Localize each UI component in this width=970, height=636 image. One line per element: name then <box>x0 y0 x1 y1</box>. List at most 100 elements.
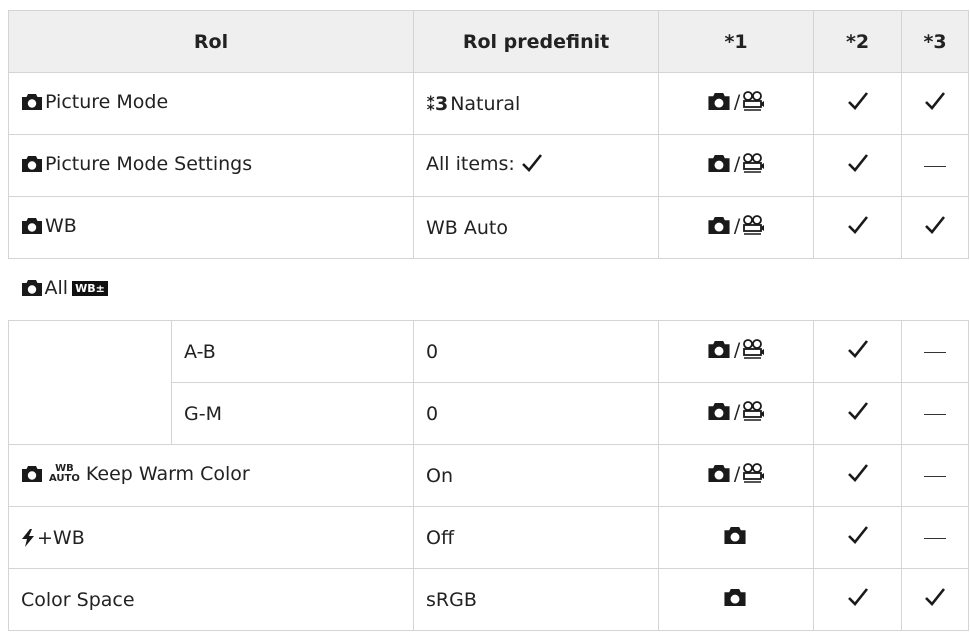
slash-separator: / <box>733 91 741 113</box>
check-icon <box>924 91 946 116</box>
check-icon <box>847 215 869 240</box>
cell-c1: / <box>658 134 815 197</box>
header-col-1: *1 <box>658 10 815 73</box>
cell-default: ⁑3 Natural <box>413 72 660 135</box>
dash-icon <box>924 475 947 477</box>
flash-wb-label: +WB <box>37 526 85 549</box>
table-row-flash-wb: +WB Off <box>7 506 970 569</box>
cell-label: A-B <box>170 320 415 383</box>
check-icon <box>847 91 869 116</box>
cell-c2 <box>813 320 903 383</box>
cell-label: Picture Mode <box>7 72 415 135</box>
slash-separator: / <box>733 153 741 175</box>
default-value: Natural <box>450 92 521 115</box>
camera-icon <box>723 588 747 612</box>
camera-icon <box>21 93 43 116</box>
cell-default: Off <box>413 506 660 569</box>
cell-label: Color Space <box>7 568 415 631</box>
movie-icon <box>741 215 765 240</box>
camera-icon <box>21 217 43 240</box>
cell-c2 <box>813 568 903 631</box>
cell-c3 <box>901 196 970 259</box>
check-icon <box>924 587 946 612</box>
cell-c3 <box>901 72 970 135</box>
camera-icon <box>21 279 43 302</box>
wb-label: WB <box>45 215 77 237</box>
header-row: Rol Rol predefinit *1 *2 *3 <box>7 10 970 73</box>
slash-separator: / <box>733 401 741 423</box>
check-icon <box>521 153 543 178</box>
check-icon <box>847 463 869 488</box>
header-col-2: *2 <box>813 10 903 73</box>
cell-default: sRGB <box>413 568 660 631</box>
cell-label: WB AUTO Keep Warm Color <box>7 444 415 507</box>
cell-c1: / <box>658 320 815 383</box>
movie-icon <box>741 401 765 426</box>
cell-c2 <box>813 506 903 569</box>
slash-separator: / <box>733 463 741 485</box>
slash-separator: / <box>733 215 741 237</box>
table-row-all-wb: All WB± <box>8 258 969 321</box>
check-icon <box>847 339 869 364</box>
table-row-keep-warm-color: WB AUTO Keep Warm Color On / <box>7 444 970 507</box>
check-icon <box>847 401 869 426</box>
cell-label: +WB <box>7 506 415 569</box>
wb-compensation-icon: WB± <box>72 281 108 296</box>
cell-c2 <box>813 196 903 259</box>
wb-auto-bottom: AUTO <box>49 473 80 484</box>
movie-icon <box>741 91 765 116</box>
all-wb-label: All <box>44 277 69 299</box>
cell-c3 <box>901 444 970 507</box>
cell-c2 <box>813 382 903 445</box>
camera-icon <box>707 154 731 178</box>
camera-icon <box>707 464 731 488</box>
camera-icon <box>723 526 747 550</box>
cell-c2 <box>813 444 903 507</box>
flash-icon <box>21 527 35 549</box>
cell-default: On <box>413 444 660 507</box>
picture-mode-natural-icon: ⁑3 <box>426 92 448 115</box>
settings-table: Rol Rol predefinit *1 *2 *3 Picture Mode… <box>7 10 970 631</box>
header-col-3: *3 <box>901 10 970 73</box>
keep-warm-color-label: Keep Warm Color <box>85 463 250 485</box>
check-icon <box>847 153 869 178</box>
cell-empty <box>8 320 172 445</box>
dash-icon <box>924 537 947 539</box>
table-row-ab: A-B 0 / <box>8 320 970 445</box>
cell-label: Picture Mode Settings <box>7 134 415 197</box>
table-row-picture-mode-settings: Picture Mode Settings All items: / <box>7 134 970 197</box>
header-rol: Rol <box>7 10 415 73</box>
cell-c3 <box>901 320 970 383</box>
wb-auto-icon: WB AUTO <box>49 464 80 484</box>
cell-default: WB Auto <box>413 196 660 259</box>
cell-label: All WB± <box>8 258 969 321</box>
cell-c3 <box>901 382 970 445</box>
cell-label: G-M <box>170 382 415 445</box>
dash-icon <box>924 165 947 167</box>
cell-c1 <box>658 568 815 631</box>
picture-mode-number: 3 <box>434 92 448 115</box>
cell-c1 <box>658 506 815 569</box>
cell-default: 0 <box>413 382 660 445</box>
cell-label: WB <box>7 196 415 259</box>
table-row-color-space: Color Space sRGB <box>7 568 970 631</box>
camera-icon <box>707 216 731 240</box>
camera-icon <box>707 92 731 116</box>
cell-c1: / <box>658 196 815 259</box>
camera-icon <box>707 402 731 426</box>
cell-c3 <box>901 506 970 569</box>
check-icon <box>847 525 869 550</box>
cell-default: 0 <box>413 320 660 383</box>
table-row-picture-mode: Picture Mode ⁑3 Natural / <box>7 72 970 135</box>
check-icon <box>924 215 946 240</box>
picture-mode-label: Picture Mode <box>45 91 169 113</box>
cell-c2 <box>813 72 903 135</box>
slash-separator: / <box>733 339 741 361</box>
header-rol-predefinit: Rol predefinit <box>413 10 660 73</box>
picture-mode-settings-label: Picture Mode Settings <box>45 153 253 175</box>
movie-icon <box>741 153 765 178</box>
movie-icon <box>741 463 765 488</box>
cell-c1: / <box>658 72 815 135</box>
cell-c3 <box>901 568 970 631</box>
cell-default: All items: <box>413 134 660 197</box>
